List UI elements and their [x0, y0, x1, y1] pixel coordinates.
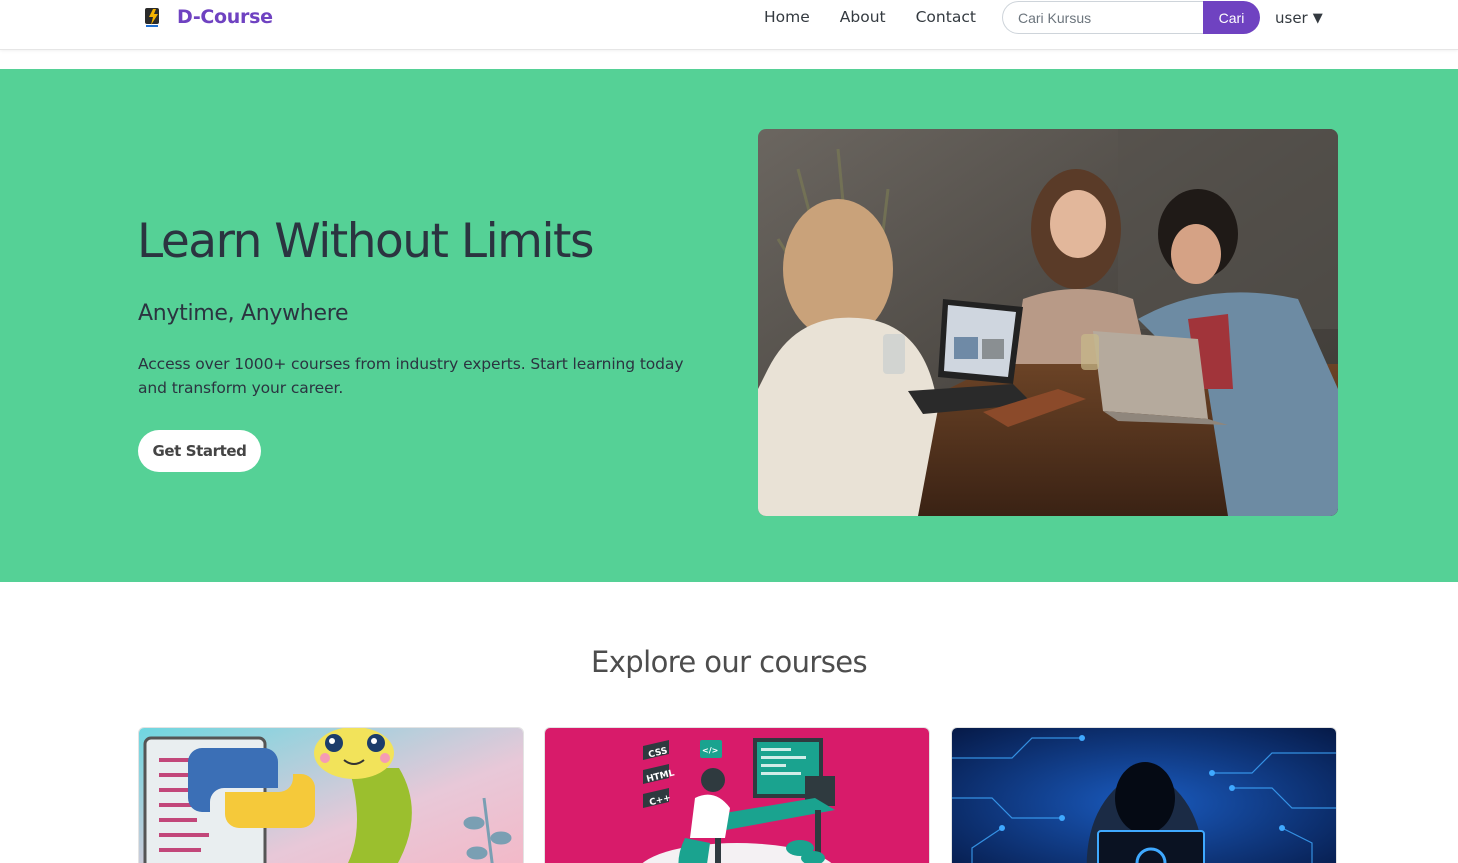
- hero-image: [758, 129, 1338, 516]
- brand-logo-icon: [145, 8, 159, 27]
- nav-link-about[interactable]: About: [840, 8, 886, 26]
- brand-link[interactable]: D-Course: [143, 6, 273, 28]
- nav-link-home[interactable]: Home: [764, 8, 810, 26]
- tag-code: </>: [702, 746, 718, 755]
- course-image-python: [139, 728, 523, 863]
- caret-down-icon: ▼: [1312, 10, 1323, 26]
- search-button[interactable]: Cari: [1203, 1, 1260, 34]
- course-card-python[interactable]: [138, 727, 524, 863]
- hero-title: Learn Without Limits: [137, 214, 594, 269]
- hero-subtitle: Anytime, Anywhere: [138, 301, 349, 326]
- search-input[interactable]: [1002, 1, 1203, 34]
- user-dropdown[interactable]: user ▼: [1275, 9, 1323, 27]
- course-card-web-development[interactable]: CSS HTML C++ </>: [544, 727, 930, 863]
- hero-description: Access over 1000+ courses from industry …: [138, 355, 684, 397]
- search-form: Cari: [1002, 1, 1260, 34]
- course-card-cybersecurity[interactable]: [951, 727, 1337, 863]
- user-label: user: [1275, 9, 1308, 27]
- courses-section-title: Explore our courses: [591, 645, 868, 679]
- get-started-button[interactable]: Get Started: [138, 430, 261, 472]
- course-image-web-development: CSS HTML C++ </>: [545, 728, 929, 863]
- main-nav: Home About Contact: [764, 8, 976, 26]
- brand-name: D-Course: [177, 6, 273, 28]
- navbar: D-Course Home About Contact Cari user ▼: [0, 0, 1458, 50]
- course-image-cybersecurity: [952, 728, 1336, 863]
- nav-link-contact[interactable]: Contact: [916, 8, 976, 26]
- hero-section: Learn Without Limits Anytime, Anywhere A…: [0, 69, 1458, 582]
